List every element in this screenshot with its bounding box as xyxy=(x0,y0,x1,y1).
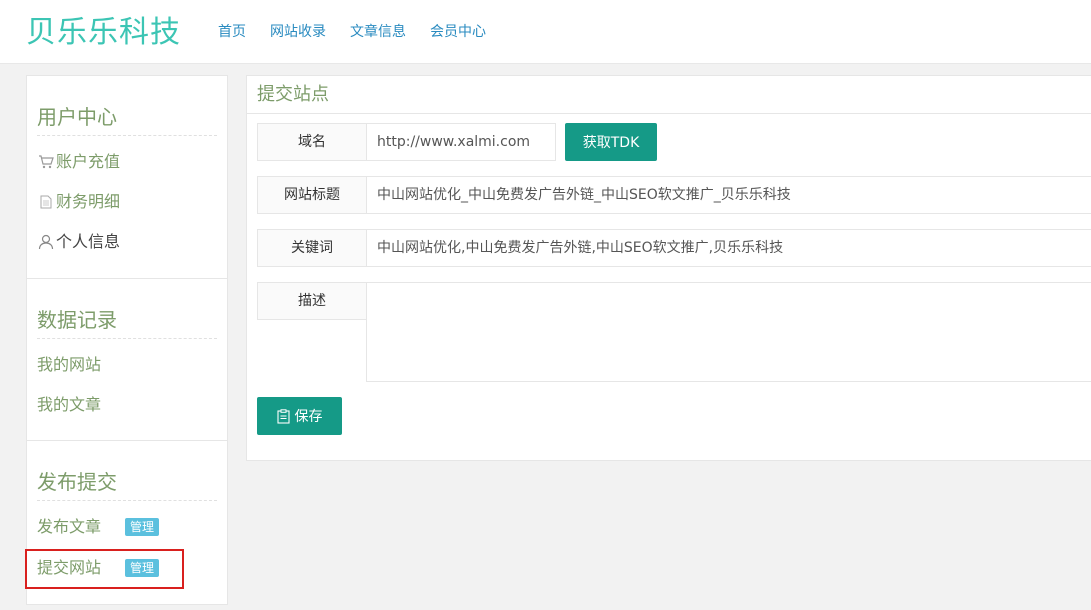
nav-member-center[interactable]: 会员中心 xyxy=(430,22,486,42)
sidebar-item-finance[interactable]: 财务明细 xyxy=(37,191,120,213)
manage-badge[interactable]: 管理 xyxy=(125,518,160,536)
clipboard-icon xyxy=(276,408,290,424)
fetch-tdk-button[interactable]: 获取TDK xyxy=(565,123,657,161)
keywords-label: 关键词 xyxy=(257,229,367,267)
sidebar-group-title: 数据记录 xyxy=(37,306,217,339)
top-header: 贝乐乐科技 首页 网站收录 文章信息 会员中心 xyxy=(0,0,1091,64)
sidebar-item-label: 发布文章 xyxy=(37,517,102,536)
site-title-label: 网站标题 xyxy=(257,176,367,214)
cart-icon xyxy=(37,153,55,171)
sidebar-item-my-sites[interactable]: 我的网站 xyxy=(37,354,101,376)
sidebar-item-my-articles[interactable]: 我的文章 xyxy=(37,394,101,416)
sidebar-item-profile[interactable]: 个人信息 xyxy=(37,231,120,253)
user-icon xyxy=(37,233,55,251)
save-button[interactable]: 保存 xyxy=(257,397,342,435)
description-label: 描述 xyxy=(257,282,367,320)
submit-site-panel: 提交站点 域名 http://www.xalmi.com 获取TDK 网站标题 … xyxy=(246,75,1091,461)
domain-label: 域名 xyxy=(257,123,367,161)
panel-title: 提交站点 xyxy=(247,76,1091,114)
site-title-input[interactable]: 中山网站优化_中山免费发广告外链_中山SEO软文推广_贝乐乐科技 xyxy=(366,176,1091,214)
sidebar-item-label: 个人信息 xyxy=(56,232,121,251)
sidebar-group-data-records: 数据记录 我的网站 我的文章 xyxy=(27,278,227,440)
sidebar-item-recharge[interactable]: 账户充值 xyxy=(37,151,120,173)
sidebar-item-publish-article[interactable]: 发布文章 管理 xyxy=(37,516,160,538)
description-textarea[interactable] xyxy=(366,282,1091,382)
highlight-box xyxy=(25,549,184,589)
sidebar-item-label: 我的网站 xyxy=(37,355,102,374)
nav-site-index[interactable]: 网站收录 xyxy=(270,22,326,42)
save-button-label: 保存 xyxy=(294,409,323,425)
nav-home[interactable]: 首页 xyxy=(218,22,246,42)
sidebar: 用户中心 账户充值 财务明细 个人信息 数据记录 我的网站 我的文章 发布提交 … xyxy=(26,75,228,605)
main-nav: 首页 网站收录 文章信息 会员中心 xyxy=(218,22,486,42)
keywords-input[interactable]: 中山网站优化,中山免费发广告外链,中山SEO软文推广,贝乐乐科技 xyxy=(366,229,1091,267)
sidebar-group-user-center: 用户中心 账户充值 财务明细 个人信息 xyxy=(27,76,227,278)
domain-input[interactable]: http://www.xalmi.com xyxy=(366,123,556,161)
site-logo[interactable]: 贝乐乐科技 xyxy=(26,14,181,52)
sidebar-item-label: 账户充值 xyxy=(56,152,121,171)
sidebar-group-title: 用户中心 xyxy=(37,103,217,136)
sidebar-item-label: 我的文章 xyxy=(37,395,102,414)
nav-articles[interactable]: 文章信息 xyxy=(350,22,406,42)
sidebar-group-title: 发布提交 xyxy=(37,468,217,501)
document-icon xyxy=(37,193,55,211)
sidebar-item-label: 财务明细 xyxy=(56,192,121,211)
